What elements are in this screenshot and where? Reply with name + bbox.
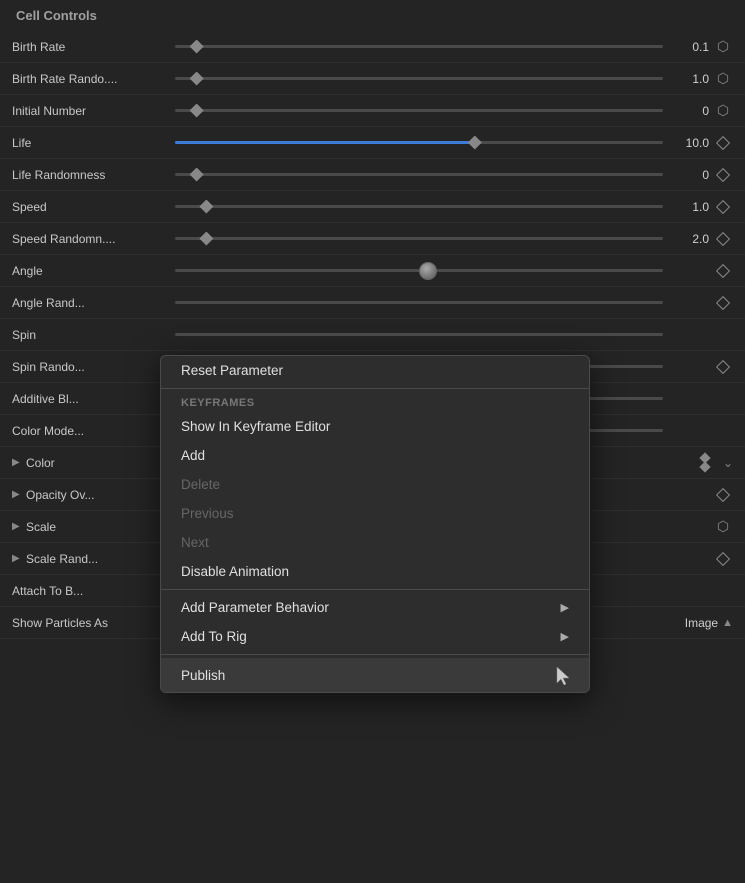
menu-item-delete[interactable]: Delete xyxy=(161,470,589,499)
menu-item-add-to-rig[interactable]: Add To Rig ▶ xyxy=(161,622,589,651)
param-row-birth-rate-rand[interactable]: Birth Rate Rando.... 1.0 ⬡ xyxy=(0,63,745,95)
expand-arrow-opacity[interactable]: ▶ xyxy=(12,489,26,500)
param-icon-birth-rate-rand: ⬡ xyxy=(713,70,733,87)
param-row-life-randomness[interactable]: Life Randomness 0 xyxy=(0,159,745,191)
param-icon-spin-rand xyxy=(713,362,733,372)
menu-item-add-label: Add xyxy=(181,448,205,463)
slider-initial-number[interactable] xyxy=(175,109,663,112)
param-value-birth-rate-rand: 1.0 xyxy=(671,72,709,86)
menu-item-show-keyframe[interactable]: Show In Keyframe Editor xyxy=(161,412,589,441)
param-icon-life xyxy=(713,138,733,148)
menu-item-next[interactable]: Next xyxy=(161,528,589,557)
param-icon-initial-number: ⬡ xyxy=(713,102,733,119)
param-label-life: Life xyxy=(12,136,167,150)
menu-section-keyframes: KEYFRAMES xyxy=(161,392,589,412)
param-value-speed-rand: 2.0 xyxy=(671,232,709,246)
section-header: Cell Controls xyxy=(0,0,745,31)
param-row-angle[interactable]: Angle xyxy=(0,255,745,287)
param-label-speed-rand: Speed Randomn.... xyxy=(12,232,167,246)
param-label-initial-number: Initial Number xyxy=(12,104,167,118)
expand-arrow-scale-rand[interactable]: ▶ xyxy=(12,553,26,564)
param-value-show-particles: Image xyxy=(685,616,718,630)
menu-item-disable-animation[interactable]: Disable Animation xyxy=(161,557,589,586)
keyframes-section-label: KEYFRAMES xyxy=(181,397,255,409)
param-row-birth-rate[interactable]: Birth Rate 0.1 ⬡ xyxy=(0,31,745,63)
menu-item-add-param-behavior[interactable]: Add Parameter Behavior ▶ xyxy=(161,593,589,622)
param-label-spin-rand: Spin Rando... xyxy=(12,360,167,374)
submenu-arrow-add-param: ▶ xyxy=(561,601,569,614)
cell-controls-panel: Cell Controls Birth Rate 0.1 ⬡ Birth Rat… xyxy=(0,0,745,883)
chevron-down-icon-color: ⌄ xyxy=(723,456,733,470)
param-icon-speed-rand xyxy=(713,234,733,244)
param-row-speed[interactable]: Speed 1.0 xyxy=(0,191,745,223)
slider-angle-rand[interactable] xyxy=(175,301,663,304)
context-menu: Reset Parameter KEYFRAMES Show In Keyfra… xyxy=(160,355,590,693)
menu-separator-3 xyxy=(161,654,589,655)
slider-angle[interactable] xyxy=(175,269,663,272)
param-label-spin: Spin xyxy=(12,328,167,342)
expand-arrow-scale[interactable]: ▶ xyxy=(12,521,26,532)
param-icon-color xyxy=(695,454,715,471)
submenu-arrow-add-to-rig: ▶ xyxy=(561,630,569,643)
param-value-initial-number: 0 xyxy=(671,104,709,118)
param-value-speed: 1.0 xyxy=(671,200,709,214)
param-label-birth-rate-rand: Birth Rate Rando.... xyxy=(12,72,167,86)
param-row-spin[interactable]: Spin xyxy=(0,319,745,351)
slider-birth-rate-rand[interactable] xyxy=(175,77,663,80)
param-label-angle: Angle xyxy=(12,264,167,278)
slider-birth-rate[interactable] xyxy=(175,45,663,48)
menu-item-previous-label: Previous xyxy=(181,506,234,521)
param-icon-angle xyxy=(713,266,733,276)
slider-spin[interactable] xyxy=(175,333,663,336)
menu-item-add-param-behavior-label: Add Parameter Behavior xyxy=(181,600,329,615)
slider-speed[interactable] xyxy=(175,205,663,208)
menu-item-add[interactable]: Add xyxy=(161,441,589,470)
param-row-speed-rand[interactable]: Speed Randomn.... 2.0 xyxy=(0,223,745,255)
menu-item-add-to-rig-label: Add To Rig xyxy=(181,629,247,644)
param-label-opacity-ov: Opacity Ov... xyxy=(26,488,167,502)
param-label-scale: Scale xyxy=(26,520,167,534)
menu-item-delete-label: Delete xyxy=(181,477,220,492)
menu-item-next-label: Next xyxy=(181,535,209,550)
param-row-life[interactable]: Life 10.0 xyxy=(0,127,745,159)
param-label-color: Color xyxy=(26,456,167,470)
cursor-icon xyxy=(555,665,569,685)
menu-separator-2 xyxy=(161,589,589,590)
param-label-attach-to-b: Attach To B... xyxy=(12,584,167,598)
param-icon-birth-rate: ⬡ xyxy=(713,38,733,55)
menu-item-reset-parameter[interactable]: Reset Parameter xyxy=(161,356,589,385)
menu-item-previous[interactable]: Previous xyxy=(161,499,589,528)
param-label-speed: Speed xyxy=(12,200,167,214)
param-label-life-randomness: Life Randomness xyxy=(12,168,167,182)
menu-item-reset-label: Reset Parameter xyxy=(181,363,283,378)
param-row-initial-number[interactable]: Initial Number 0 ⬡ xyxy=(0,95,745,127)
param-icon-scale-rand xyxy=(713,554,733,564)
param-value-life: 10.0 xyxy=(671,136,709,150)
param-label-scale-rand: Scale Rand... xyxy=(26,552,167,566)
panel-title: Cell Controls xyxy=(16,8,97,23)
param-label-birth-rate: Birth Rate xyxy=(12,40,167,54)
menu-item-publish-label: Publish xyxy=(181,668,225,683)
param-icon-speed xyxy=(713,202,733,212)
sort-icon-show-particles: ▲ xyxy=(722,617,733,629)
param-icon-opacity-ov xyxy=(713,490,733,500)
slider-speed-rand[interactable] xyxy=(175,237,663,240)
menu-separator-1 xyxy=(161,388,589,389)
param-value-birth-rate: 0.1 xyxy=(671,40,709,54)
expand-arrow-color[interactable]: ▶ xyxy=(12,457,26,468)
slider-life[interactable] xyxy=(175,141,663,144)
menu-item-disable-animation-label: Disable Animation xyxy=(181,564,289,579)
slider-life-randomness[interactable] xyxy=(175,173,663,176)
param-icon-scale: ⬡ xyxy=(713,518,733,535)
menu-item-show-keyframe-label: Show In Keyframe Editor xyxy=(181,419,330,434)
param-icon-life-randomness xyxy=(713,170,733,180)
param-label-show-particles: Show Particles As xyxy=(12,616,167,630)
param-row-angle-rand[interactable]: Angle Rand... xyxy=(0,287,745,319)
param-label-additive-bl: Additive Bl... xyxy=(12,392,167,406)
menu-item-publish[interactable]: Publish xyxy=(161,658,589,692)
param-icon-angle-rand xyxy=(713,298,733,308)
param-label-color-mode: Color Mode... xyxy=(12,424,167,438)
param-value-life-randomness: 0 xyxy=(671,168,709,182)
param-label-angle-rand: Angle Rand... xyxy=(12,296,167,310)
